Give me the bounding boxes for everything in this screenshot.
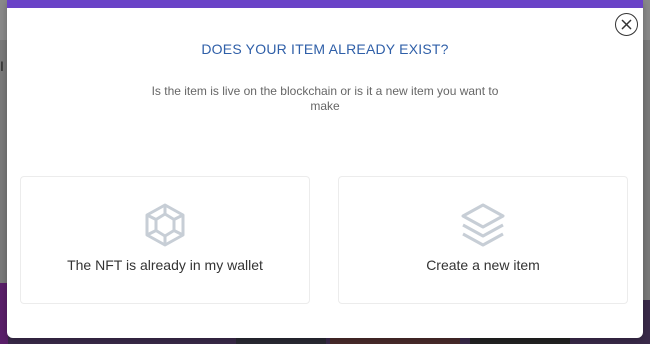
background-text: I — [0, 58, 4, 74]
existing-nft-label: The NFT is already in my wallet — [67, 257, 263, 273]
cube-outline-icon — [145, 203, 185, 247]
modal-accent-bar — [7, 0, 643, 8]
close-button[interactable] — [615, 13, 638, 36]
existing-nft-option[interactable]: The NFT is already in my wallet — [20, 176, 310, 304]
item-exists-modal: DOES YOUR ITEM ALREADY EXIST? Is the ite… — [7, 0, 643, 338]
create-new-item-option[interactable]: Create a new item — [338, 176, 628, 304]
modal-title: DOES YOUR ITEM ALREADY EXIST? — [201, 41, 449, 57]
close-icon — [621, 19, 632, 30]
modal-subtitle: Is the item is live on the blockchain or… — [151, 84, 499, 113]
create-new-item-label: Create a new item — [426, 257, 540, 273]
layers-icon — [461, 203, 505, 247]
